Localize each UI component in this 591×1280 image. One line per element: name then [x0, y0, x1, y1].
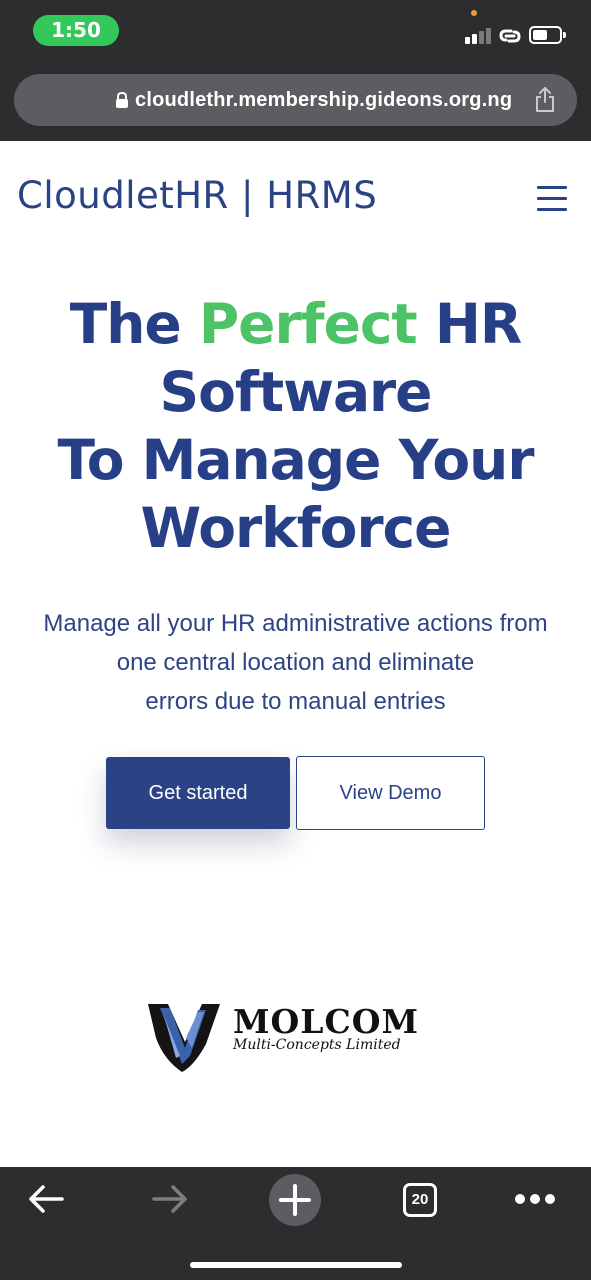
browser-bottom-toolbar: 20 [0, 1167, 591, 1280]
link-icon [499, 29, 521, 43]
logo-subtitle: Multi-Concepts Limited [233, 1037, 401, 1053]
url-text[interactable]: cloudlethr.membership.gideons.org.ng [135, 74, 512, 126]
description-line-1: Manage all your HR administrative action… [43, 610, 548, 637]
more-dots-icon[interactable] [514, 1193, 556, 1205]
hero-description: Manage all your HR administrative action… [0, 604, 591, 721]
molcom-logo: MOLCOM Multi-Concepts Limited [146, 996, 446, 1076]
url-bar[interactable]: cloudlethr.membership.gideons.org.ng [14, 74, 577, 126]
hamburger-menu-icon[interactable] [537, 186, 567, 212]
browser-top-bar: 1:50 cloudlethr.membership.gideons.org.n… [0, 0, 591, 141]
hero-text-1: The [69, 292, 199, 356]
status-time[interactable]: 1:50 [33, 15, 119, 46]
get-started-button[interactable]: Get started [106, 757, 290, 829]
recording-indicator-icon [471, 10, 477, 16]
signal-icon [465, 26, 493, 44]
site-brand[interactable]: CloudletHR | HRMS [17, 174, 377, 217]
view-demo-button[interactable]: View Demo [296, 756, 485, 830]
home-indicator[interactable] [190, 1262, 402, 1268]
share-icon[interactable] [534, 85, 556, 113]
hero-line-4: Workforce [140, 496, 452, 560]
back-arrow-icon[interactable] [26, 1182, 66, 1216]
molcom-emblem-icon [148, 1004, 220, 1072]
hero-heading: The Perfect HR Software To Manage Your W… [0, 290, 591, 562]
tabs-icon[interactable]: 20 [403, 1183, 437, 1217]
logo-name: MOLCOM [233, 1002, 420, 1041]
battery-icon [529, 26, 566, 44]
hero-text-2: HR [416, 292, 522, 356]
hero-line-3: To Manage Your [57, 428, 535, 492]
forward-arrow-icon[interactable] [150, 1182, 190, 1216]
description-line-2: one central location and eliminate [116, 649, 475, 676]
hero-line-2: Software [159, 360, 433, 424]
description-line-3: errors due to manual entries [145, 688, 446, 715]
hero-accent-text: Perfect [198, 292, 418, 356]
lock-icon [116, 91, 128, 108]
new-tab-plus-icon[interactable] [268, 1173, 322, 1227]
